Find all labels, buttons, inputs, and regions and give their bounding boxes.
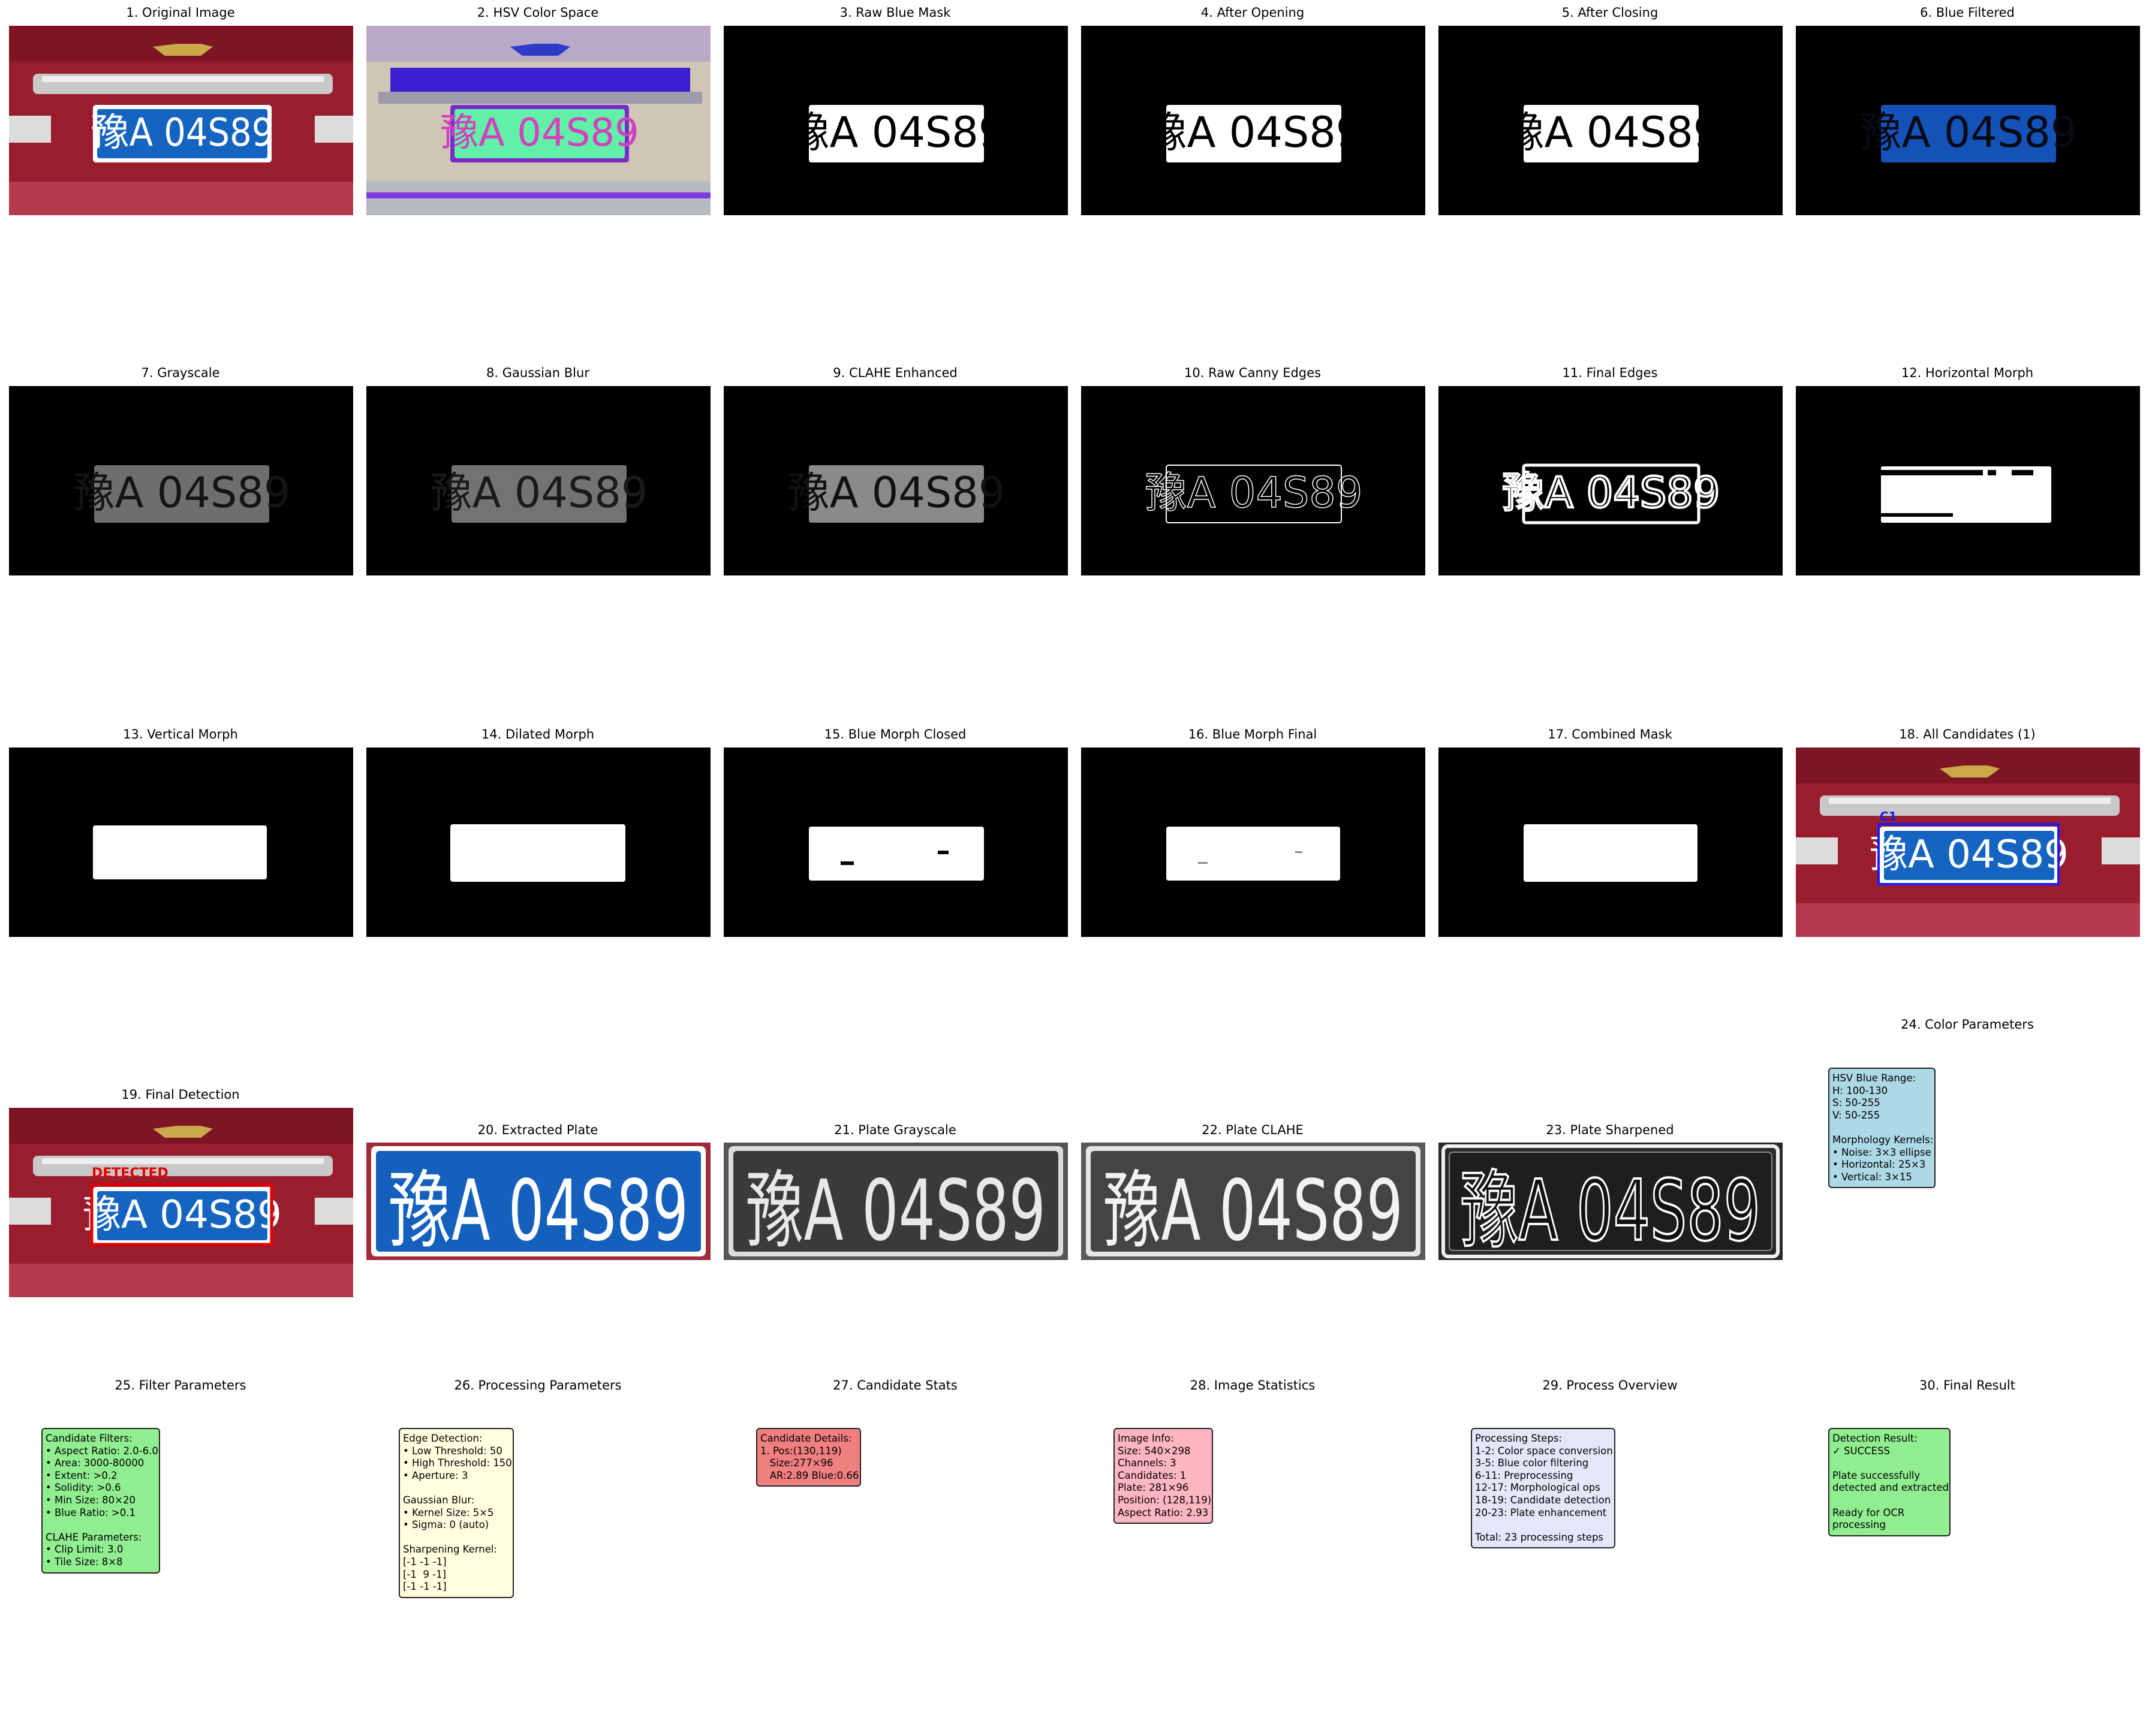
candidate-stats-box: Candidate Details: 1. Pos:(130,119) Size…: [756, 1428, 861, 1487]
image-statistics-box: Image Info: Size: 540×298 Channels: 3 Ca…: [1113, 1428, 1213, 1524]
clahe-extracted-text: 豫A 04S89: [1103, 1162, 1403, 1260]
horizontal-morph: [1796, 386, 2140, 575]
panel-title-22: 22. Plate CLAHE: [1202, 1123, 1304, 1137]
panel-title-18: 18. All Candidates (1): [1899, 727, 2036, 742]
detection-plate-text: 豫A 04S89: [83, 1193, 282, 1237]
candidate-label: C1: [1880, 809, 1897, 824]
panel-title-24: 24. Color Parameters: [1901, 1017, 2034, 1032]
filtered-plate-text: 豫A 04S89: [1860, 108, 2078, 157]
panel-title-27: 27. Candidate Stats: [833, 1378, 958, 1393]
extracted-plate-text: 豫A 04S89: [389, 1162, 688, 1260]
panel-title-7: 7. Grayscale: [141, 366, 220, 380]
plate-sharpened-image: 豫A 04S89: [1438, 1143, 1783, 1260]
vertical-morph: [9, 748, 353, 937]
clahe-image: 豫A 04S89: [724, 386, 1068, 575]
panel-title-2: 2. HSV Color Space: [477, 5, 599, 20]
panel-title-3: 3. Raw Blue Mask: [839, 5, 951, 20]
after-opening-mask: 豫A 04S89: [1081, 26, 1425, 215]
blur-plate-text: 豫A 04S89: [431, 468, 648, 517]
blue-morph-closed: [724, 748, 1068, 937]
candidates-plate-text: 豫A 04S89: [1870, 833, 2069, 877]
panel-title-5: 5. After Closing: [1561, 5, 1659, 20]
mask-plate-text: 豫A 04S89: [788, 108, 1006, 157]
panel-title-4: 4. After Opening: [1200, 5, 1305, 20]
panel-title-21: 21. Plate Grayscale: [834, 1123, 956, 1137]
final-detection-image: 豫A 04S89 DETECTED: [9, 1108, 353, 1297]
plate-clahe-image: 豫A 04S89: [1081, 1143, 1425, 1260]
canny-plate-text: 豫A 04S89: [1145, 468, 1363, 517]
panel-title-11: 11. Final Edges: [1562, 366, 1658, 380]
all-candidates-image: 豫A 04S89 C1: [1796, 748, 2140, 937]
opening-plate-text: 豫A 04S89: [1145, 108, 1363, 157]
plate-text: 豫A 04S89: [91, 111, 274, 155]
blue-morph-final: [1081, 748, 1425, 937]
process-overview-box: Processing Steps: 1-2: Color space conve…: [1471, 1428, 1615, 1549]
panel-title-16: 16. Blue Morph Final: [1188, 727, 1317, 742]
processing-parameters-box: Edge Detection: • Low Threshold: 50 • Hi…: [399, 1428, 514, 1598]
original-image: 豫A 04S89: [9, 26, 353, 215]
panel-title-28: 28. Image Statistics: [1190, 1378, 1316, 1393]
grayscale-image: 豫A 04S89: [9, 386, 353, 575]
raw-blue-mask: 豫A 04S89: [724, 26, 1068, 215]
panel-title-17: 17. Combined Mask: [1548, 727, 1672, 742]
panel-title-15: 15. Blue Morph Closed: [824, 727, 967, 742]
panel-title-1: 1. Original Image: [126, 5, 235, 20]
detected-label: DETECTED: [92, 1166, 168, 1181]
panel-title-8: 8. Gaussian Blur: [486, 366, 589, 380]
gaussian-blur-image: 豫A 04S89: [366, 386, 711, 575]
panel-title-6: 6. Blue Filtered: [1920, 5, 2015, 20]
filter-parameters-box: Candidate Filters: • Aspect Ratio: 2.0-6…: [41, 1428, 160, 1574]
sharpened-extracted-text: 豫A 04S89: [1461, 1162, 1760, 1260]
panel-title-10: 10. Raw Canny Edges: [1184, 366, 1321, 380]
blue-filtered-image: 豫A 04S89: [1796, 26, 2140, 215]
plate-grayscale-image: 豫A 04S89: [724, 1143, 1068, 1260]
panel-title-14: 14. Dilated Morph: [481, 727, 595, 742]
hsv-plate-text: 豫A 04S89: [440, 111, 639, 155]
color-parameters-box: HSV Blue Range: H: 100-130 S: 50-255 V: …: [1828, 1068, 1936, 1189]
clahe-plate-text: 豫A 04S89: [788, 468, 1006, 517]
panel-title-23: 23. Plate Sharpened: [1546, 1123, 1674, 1137]
extracted-plate-image: 豫A 04S89: [366, 1143, 711, 1260]
after-closing-mask: 豫A 04S89: [1438, 26, 1783, 215]
panel-title-26: 26. Processing Parameters: [454, 1378, 622, 1393]
final-edges-plate-text: 豫A 04S89: [1503, 468, 1720, 517]
car-rear-picture: 豫A 04S89: [9, 26, 353, 215]
gray-extracted-text: 豫A 04S89: [746, 1162, 1046, 1260]
panel-title-20: 20. Extracted Plate: [477, 1123, 598, 1137]
combined-mask: [1438, 748, 1783, 937]
panel-title-25: 25. Filter Parameters: [115, 1378, 246, 1393]
panel-title-30: 30. Final Result: [1919, 1378, 2016, 1393]
final-edges: 豫A 04S89: [1438, 386, 1783, 575]
hsv-image: 豫A 04S89: [366, 26, 711, 215]
panel-title-9: 9. CLAHE Enhanced: [833, 366, 958, 380]
panel-title-19: 19. Final Detection: [121, 1087, 240, 1102]
dilated-morph: [366, 748, 711, 937]
panel-title-12: 12. Horizontal Morph: [1901, 366, 2034, 380]
raw-canny-edges: 豫A 04S89: [1081, 386, 1425, 575]
panel-title-29: 29. Process Overview: [1542, 1378, 1678, 1393]
gray-plate-text: 豫A 04S89: [73, 468, 291, 517]
panel-title-13: 13. Vertical Morph: [123, 727, 238, 742]
final-result-box: Detection Result: ✓ SUCCESS Plate succes…: [1828, 1428, 1951, 1536]
closing-plate-text: 豫A 04S89: [1503, 108, 1720, 157]
